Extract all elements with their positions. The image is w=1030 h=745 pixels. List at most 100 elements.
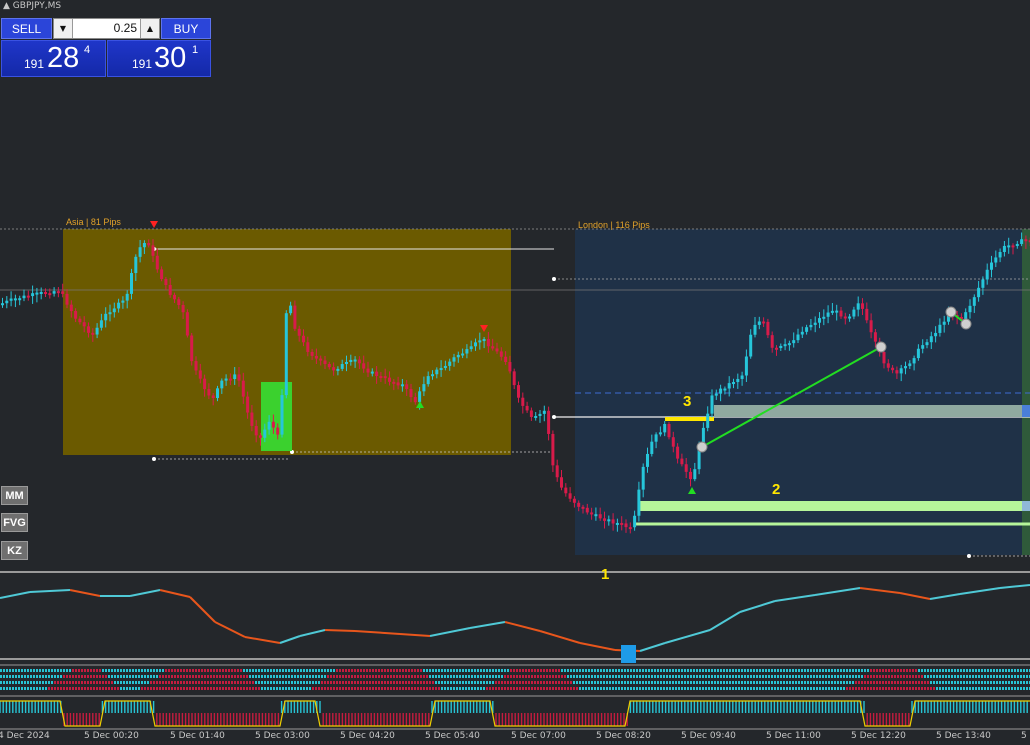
candle-body [117, 302, 121, 309]
sell-button[interactable]: SELL [1, 18, 52, 39]
candle-body [689, 471, 692, 480]
candle-body [61, 291, 65, 294]
time-tick: 5 [1021, 731, 1027, 741]
candle-body [396, 382, 400, 386]
candle-body [680, 458, 684, 465]
price-chart[interactable] [0, 0, 1030, 745]
fvg-button[interactable]: FVG [1, 513, 28, 532]
candle-body [435, 369, 439, 375]
candle-body [826, 312, 830, 317]
oscillator-segment [899, 592, 931, 600]
candle-body [560, 477, 563, 488]
candle-body [504, 356, 508, 363]
candle-body [310, 351, 314, 356]
candle-body [994, 257, 998, 263]
candle-body [968, 305, 972, 313]
candle-body [482, 339, 486, 342]
candle-body [130, 273, 133, 294]
candle-body [684, 464, 688, 472]
candle-body [607, 519, 611, 522]
candle-body [198, 370, 202, 379]
oscillator-segment [29, 589, 71, 593]
candle-body [706, 413, 710, 428]
buy-price[interactable]: 191 30 1 [107, 40, 211, 77]
candle-body [168, 284, 172, 295]
candle-body [263, 429, 267, 438]
candle-body [478, 340, 482, 343]
candle-body [676, 446, 680, 459]
triangle-up-icon[interactable]: ▲ [3, 1, 10, 11]
oscillator-segment [579, 642, 616, 651]
candle-body [830, 310, 834, 313]
oscillator-segment [639, 642, 666, 652]
candle-body [534, 415, 538, 418]
candle-body [155, 255, 159, 270]
oscillator-segment [189, 596, 216, 623]
candle-body [990, 262, 993, 270]
candle-body [220, 380, 224, 389]
oscillator-segment [539, 630, 581, 644]
candle-body [637, 489, 641, 516]
annotation-3: 3 [683, 393, 692, 410]
candle-body [194, 361, 198, 371]
candle-body [332, 367, 336, 371]
candle-body [302, 335, 305, 343]
lot-increase-button[interactable]: ▲ [140, 19, 159, 38]
candle-body [392, 381, 396, 384]
time-tick: 5 Dec 12:20 [851, 731, 906, 741]
candle-body [486, 339, 490, 347]
candle-body [1002, 245, 1006, 253]
oscillator-segment [664, 629, 711, 644]
candle-body [581, 506, 585, 509]
candle-body [1020, 239, 1024, 244]
candle-body [224, 378, 228, 381]
candle-body [422, 384, 426, 392]
candle-body [405, 384, 409, 389]
candle-body [491, 346, 495, 349]
asia-session-label: Asia | 81 Pips [66, 217, 121, 227]
candle-body [779, 345, 783, 349]
candle-body [241, 380, 245, 397]
candle-body [370, 371, 374, 374]
lot-size-value[interactable]: 0.25 [74, 21, 137, 35]
candle-body [538, 413, 542, 416]
candle-body [843, 316, 847, 319]
time-tick: 5 Dec 00:20 [84, 731, 139, 741]
candle-body [512, 371, 516, 386]
candle-body [577, 502, 581, 507]
candle-body [929, 336, 933, 343]
time-tick: 5 Dec 05:40 [425, 731, 480, 741]
candle-body [323, 360, 327, 365]
mm-button[interactable]: MM [1, 486, 28, 505]
candle-body [65, 293, 69, 305]
candle-body [882, 352, 886, 364]
candle-body [461, 353, 465, 356]
candle-body [869, 320, 873, 333]
candle-body [744, 356, 748, 376]
candle-body [228, 378, 232, 381]
sell-price[interactable]: 191 28 4 [1, 40, 106, 77]
candle-body [787, 343, 791, 346]
candle-body [147, 242, 151, 246]
candle-body [822, 316, 826, 319]
candle-body [69, 304, 73, 312]
candle-body [271, 421, 275, 428]
candle-body [886, 363, 890, 368]
candle-body [95, 327, 99, 335]
candle-body [448, 361, 452, 366]
candle-body [443, 365, 447, 369]
candle-body [35, 292, 39, 295]
candle-body [714, 393, 718, 396]
candle-body [1015, 243, 1019, 246]
lot-size-input[interactable]: ▼ 0.25 ▲ [53, 18, 160, 39]
buy-button[interactable]: BUY [161, 18, 211, 39]
candle-body [727, 383, 731, 389]
candle-body [891, 367, 895, 371]
candle-body [52, 291, 56, 294]
candle-body [912, 358, 916, 364]
lot-decrease-button[interactable]: ▼ [54, 19, 73, 38]
oscillator-segment [354, 630, 401, 635]
candle-body [796, 334, 800, 341]
candle-body [564, 487, 568, 494]
kz-button[interactable]: KZ [1, 541, 28, 560]
